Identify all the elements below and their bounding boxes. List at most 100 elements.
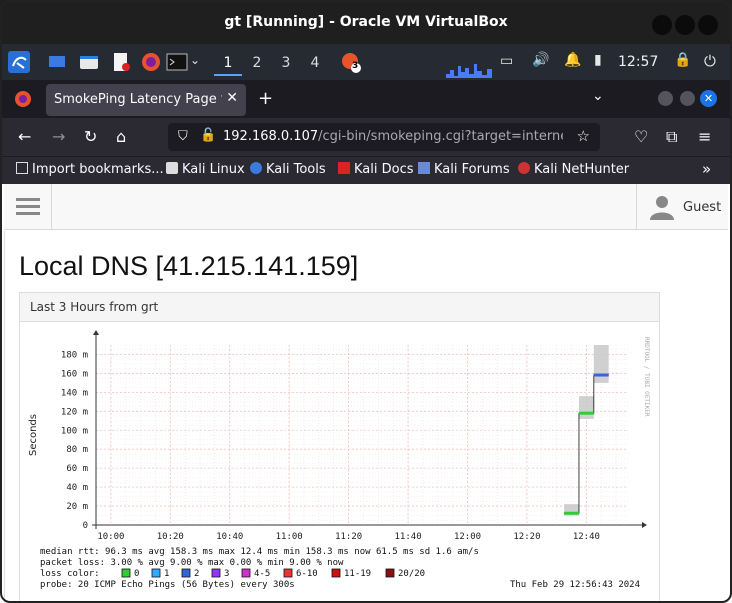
- list-tabs-chevron-icon[interactable]: ⌄: [592, 88, 604, 104]
- smoke-band: [578, 396, 594, 419]
- legend-label: 1: [164, 569, 169, 579]
- tab-smokeping[interactable]: SmokePing Latency Page for ✕: [46, 84, 246, 116]
- text-editor-icon[interactable]: [110, 51, 132, 73]
- x-tick-label: 11:20: [335, 532, 362, 542]
- window-minimize-dot[interactable]: [658, 91, 673, 106]
- bookmark-kali-tools[interactable]: Kali Tools: [250, 162, 326, 177]
- x-tick-label: 10:40: [216, 532, 243, 542]
- stats-line: median rtt: 96.3 ms avg 158.3 ms max 12.…: [40, 547, 479, 557]
- y-tick-label: 40 m: [66, 483, 88, 493]
- back-icon[interactable]: ←: [18, 127, 31, 146]
- workspace-2[interactable]: 2: [243, 50, 271, 76]
- browser-tab-strip: SmokePing Latency Page for ✕ + ⌄ ✕: [0, 80, 732, 118]
- legend-swatch: [241, 568, 251, 578]
- display-icon[interactable]: ▭: [500, 53, 522, 75]
- bookmark-kali-nethunter[interactable]: Kali NetHunter: [518, 162, 629, 177]
- legend-swatch: [283, 568, 293, 578]
- menu-bar-line: [16, 212, 40, 215]
- menu-bar-line: [16, 198, 40, 201]
- graph-panel: Last 3 Hours from grt 0 20 m 40 m 60 m 80 m 1…: [19, 292, 660, 603]
- legend-label: 6-10: [296, 569, 318, 579]
- legend-swatch: [331, 568, 341, 578]
- task-badge: 3: [352, 61, 359, 71]
- volume-icon[interactable]: 🔊: [532, 52, 554, 74]
- user-avatar-icon: [650, 196, 674, 220]
- smokeping-header: Guest: [4, 184, 728, 230]
- clock[interactable]: 12:57: [618, 54, 658, 70]
- rrdtool-watermark: RRDTOOL / TOBI OETIKER: [643, 337, 650, 417]
- user-name: Guest: [683, 200, 722, 215]
- firefox-icon[interactable]: [14, 90, 32, 112]
- desktop-icon[interactable]: [46, 51, 68, 73]
- x-tick-label: 12:00: [454, 532, 481, 542]
- cpu-graph-icon: [446, 64, 492, 78]
- median-point: [578, 411, 594, 415]
- close-window-button[interactable]: [698, 15, 718, 35]
- window-close-icon[interactable]: ✕: [700, 90, 717, 107]
- bookmark-import[interactable]: Import bookmarks...: [16, 162, 164, 177]
- new-tab-button[interactable]: +: [258, 88, 273, 109]
- stats-line: packet loss: 3.00 % avg 9.00 % max 0.00 …: [40, 558, 344, 568]
- pocket-icon[interactable]: ♡: [634, 127, 648, 146]
- x-axis-arrow: [642, 522, 647, 528]
- task-firefox-icon[interactable]: 3: [340, 51, 362, 73]
- file-manager-icon[interactable]: [78, 51, 100, 73]
- workspace-4[interactable]: 4: [301, 50, 329, 76]
- user-menu[interactable]: Guest: [636, 184, 728, 229]
- y-tick-label: 120 m: [61, 407, 88, 417]
- bookmarks-toolbar: Import bookmarks... Kali Linux Kali Tool…: [0, 156, 732, 184]
- battery-icon[interactable]: ▮: [594, 52, 616, 74]
- chevron-down-icon[interactable]: ⌄: [190, 53, 212, 75]
- graph-panel-header[interactable]: Last 3 Hours from grt: [20, 293, 659, 322]
- bookmark-kali-linux[interactable]: Kali Linux: [166, 162, 245, 177]
- nethunter-icon: [518, 162, 530, 174]
- menu-bar-line: [16, 205, 40, 208]
- legend-label: 3: [224, 569, 229, 579]
- latency-graph[interactable]: 0 20 m 40 m 60 m 80 m 100 m 120 m 140 m 160 m 180…: [20, 323, 659, 603]
- url-bar[interactable]: ⛉ 🔓 192.168.0.107/cgi-bin/smokeping.cgi?…: [168, 123, 600, 151]
- firefox-panel-icon[interactable]: [140, 51, 162, 73]
- workspace-1[interactable]: 1: [214, 50, 242, 76]
- minimize-button[interactable]: [652, 15, 672, 35]
- power-icon[interactable]: ⏻: [704, 52, 726, 74]
- url-host: 192.168.0.107: [223, 129, 319, 144]
- smoke-band: [593, 345, 609, 383]
- bookmark-kali-forums[interactable]: Kali Forums: [418, 162, 510, 177]
- median-point: [564, 511, 579, 515]
- tab-close-icon[interactable]: ✕: [226, 90, 238, 106]
- lock-icon[interactable]: 🔒: [674, 52, 696, 74]
- legend-swatch: [211, 568, 221, 578]
- y-tick-label: 180 m: [61, 350, 88, 360]
- extensions-icon[interactable]: ⧉: [666, 127, 677, 147]
- y-tick-label: 140 m: [61, 388, 88, 398]
- workspace-3[interactable]: 3: [272, 50, 300, 76]
- legend-label: 11-19: [344, 569, 371, 579]
- terminal-icon[interactable]: [166, 51, 188, 73]
- bookmarks-overflow-icon[interactable]: »: [702, 160, 711, 178]
- url-path: /cgi-bin/smokeping.cgi?target=internet.G: [318, 129, 563, 144]
- graph-panel-title: Last 3 Hours from grt: [30, 300, 159, 314]
- notification-bell-icon[interactable]: 🔔: [564, 52, 586, 74]
- home-icon[interactable]: ⌂: [116, 127, 126, 146]
- hamburger-menu-button[interactable]: [4, 184, 52, 229]
- navigation-bar: ← → ↻ ⌂ ⛉ 🔓 192.168.0.107/cgi-bin/smokep…: [0, 118, 732, 156]
- app-menu-icon[interactable]: ≡: [698, 127, 711, 146]
- legend-swatch: [385, 568, 395, 578]
- median-point: [593, 373, 609, 377]
- maximize-button[interactable]: [675, 15, 695, 35]
- legend-label: 0: [134, 569, 139, 579]
- kali-menu-icon[interactable]: [8, 51, 30, 73]
- bookmark-kali-docs[interactable]: Kali Docs: [338, 162, 414, 177]
- kali-tools-icon: [250, 162, 262, 174]
- y-tick-label: 80 m: [66, 445, 88, 455]
- reload-icon[interactable]: ↻: [84, 127, 97, 146]
- legend-label: 20/20: [398, 569, 425, 579]
- shield-icon[interactable]: ⛉: [178, 129, 188, 144]
- x-tick-label: 12:20: [513, 532, 540, 542]
- insecure-lock-icon[interactable]: 🔓: [200, 128, 216, 143]
- window-maximize-dot[interactable]: [680, 91, 695, 106]
- import-icon: [16, 162, 28, 174]
- bookmark-star-icon[interactable]: ☆: [577, 127, 590, 145]
- forward-icon[interactable]: →: [52, 127, 65, 146]
- kali-panel: ⌄ 1 2 3 4 3 ▭ 🔊 🔔 ▮ 12:57 🔒 ⏻: [0, 44, 732, 80]
